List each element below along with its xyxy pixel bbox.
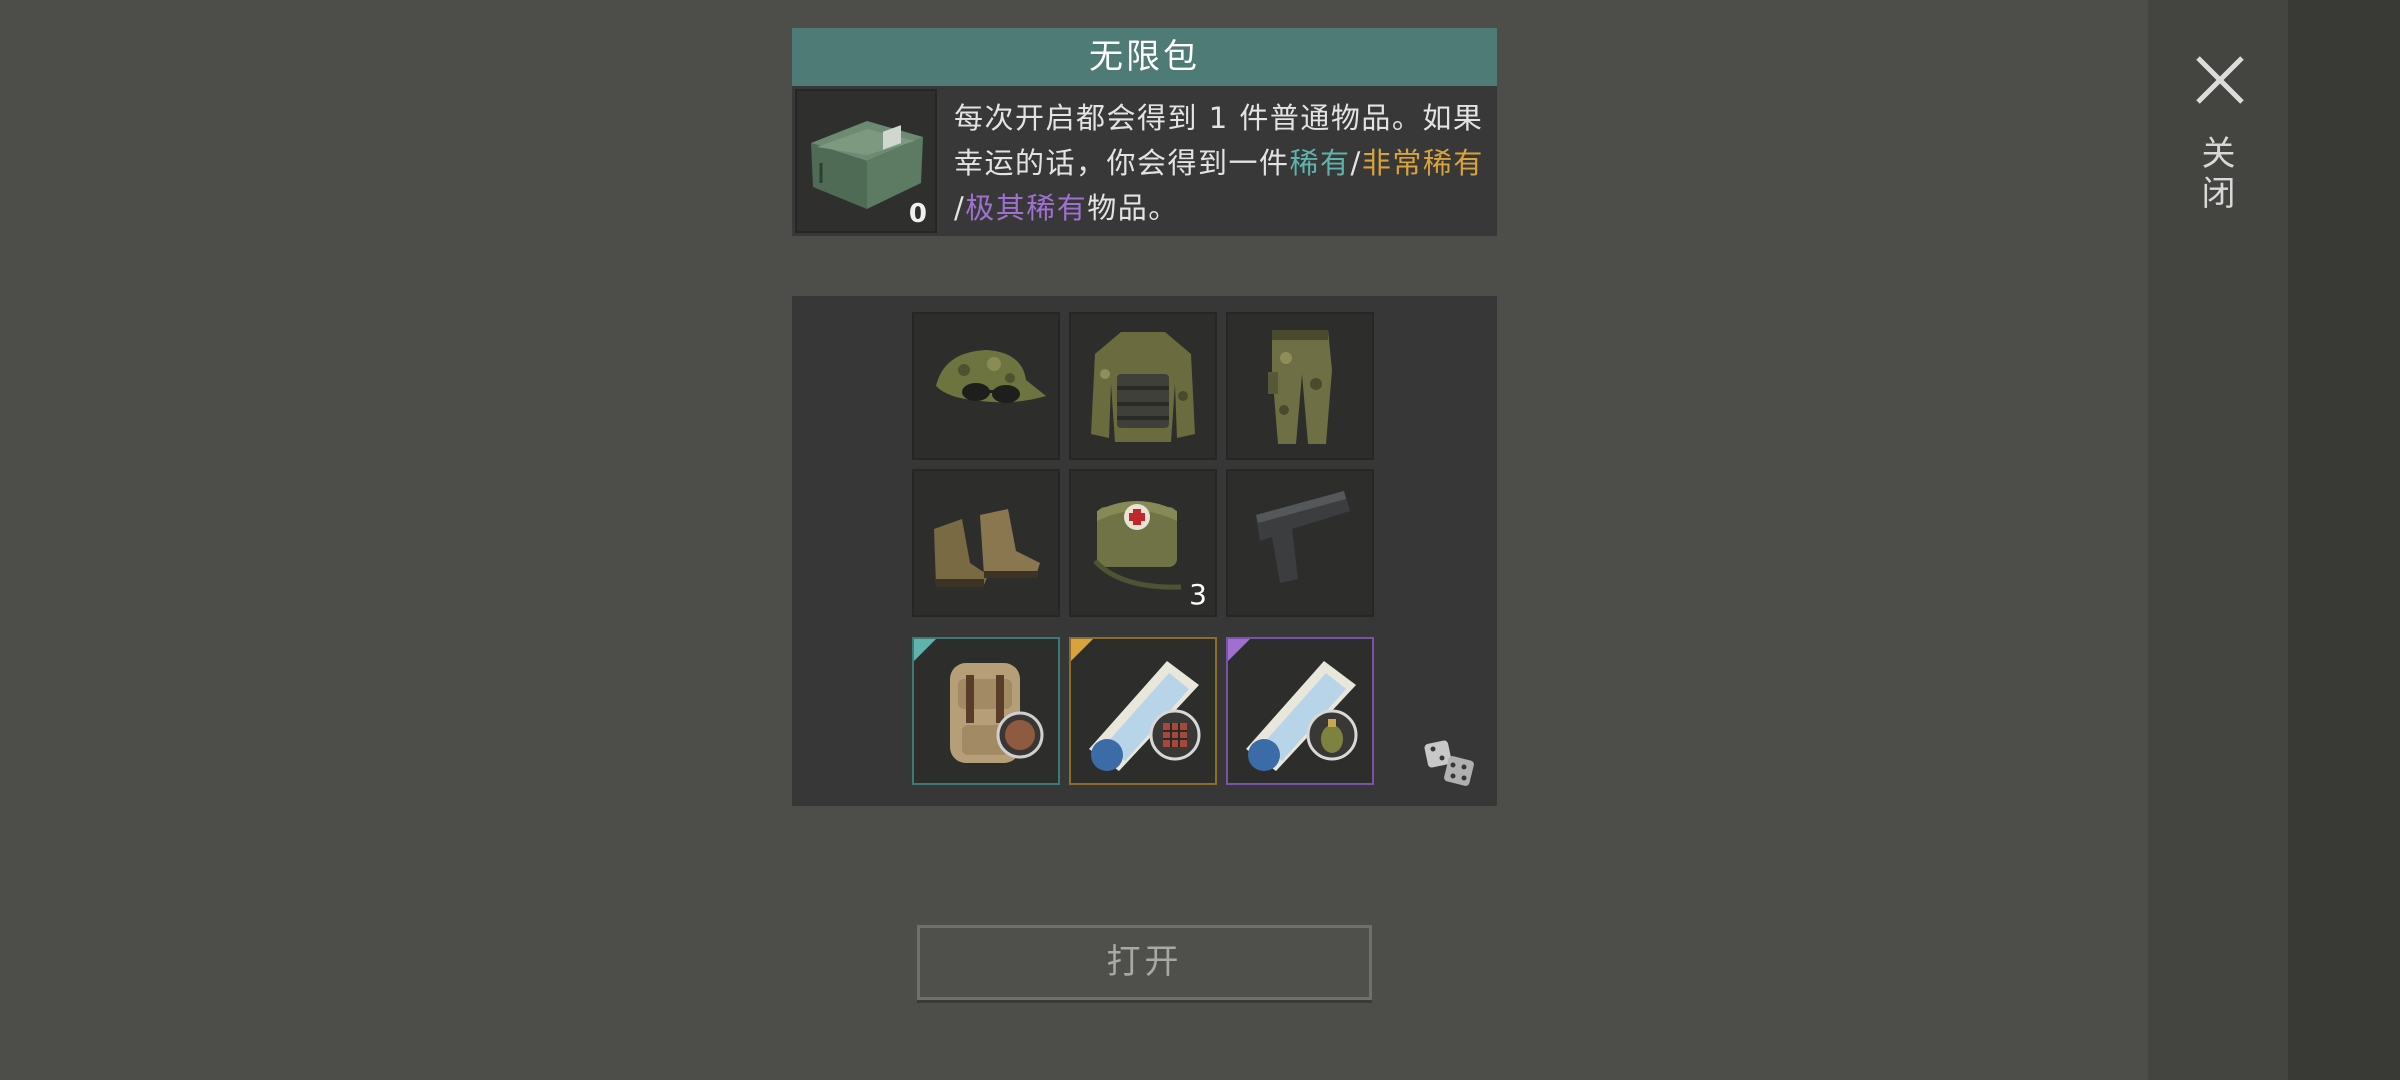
crate-count: 0 — [908, 199, 927, 229]
camo-cap-with-sunglasses-icon — [936, 350, 1046, 403]
right-edge-panel — [2288, 0, 2400, 1080]
separator: / — [1350, 146, 1362, 180]
dice-icon[interactable] — [1422, 736, 1478, 792]
bundle-info: 0 每次开启都会得到 1 件普通物品。如果幸运的话，你会得到一件稀有/非常稀有 /… — [792, 86, 1497, 236]
pistol-icon — [1256, 491, 1350, 583]
blueprint-grid-icon — [1089, 661, 1201, 771]
bundle-description: 每次开启都会得到 1 件普通物品。如果幸运的话，你会得到一件稀有/非常稀有/极其… — [954, 96, 1494, 231]
item-slot[interactable] — [1226, 312, 1374, 460]
rarity-extremely-rare: 极其稀有 — [965, 191, 1088, 225]
camo-armored-jacket-icon — [1091, 332, 1195, 442]
blueprint-grenade-icon — [1246, 661, 1358, 771]
backpack-icon — [950, 663, 1044, 763]
rarity-rare: 稀有 — [1289, 146, 1351, 180]
open-button[interactable]: 打开 — [917, 925, 1372, 1000]
rarity-very-rare: 非常稀有 — [1361, 146, 1484, 180]
item-slot-very-rare[interactable] — [1069, 637, 1217, 785]
item-slot[interactable]: 3 — [1069, 469, 1217, 617]
camo-pants-icon — [1268, 330, 1332, 444]
item-count: 3 — [1189, 578, 1207, 611]
item-slot-rare[interactable] — [912, 637, 1060, 785]
boots-icon — [934, 509, 1040, 587]
crate-slot: 0 — [795, 89, 937, 233]
item-slot[interactable] — [912, 312, 1060, 460]
item-slot[interactable] — [912, 469, 1060, 617]
desc-text-2: 物品。 — [1087, 191, 1179, 225]
close-icon[interactable] — [2190, 50, 2250, 110]
close-label[interactable]: 关闭 — [2195, 135, 2240, 215]
bundle-title: 无限包 — [792, 28, 1497, 86]
item-slot-extremely-rare[interactable] — [1226, 637, 1374, 785]
item-slot[interactable] — [1069, 312, 1217, 460]
items-panel: 3 — [792, 296, 1497, 806]
separator: / — [954, 191, 966, 225]
item-slot[interactable] — [1226, 469, 1374, 617]
